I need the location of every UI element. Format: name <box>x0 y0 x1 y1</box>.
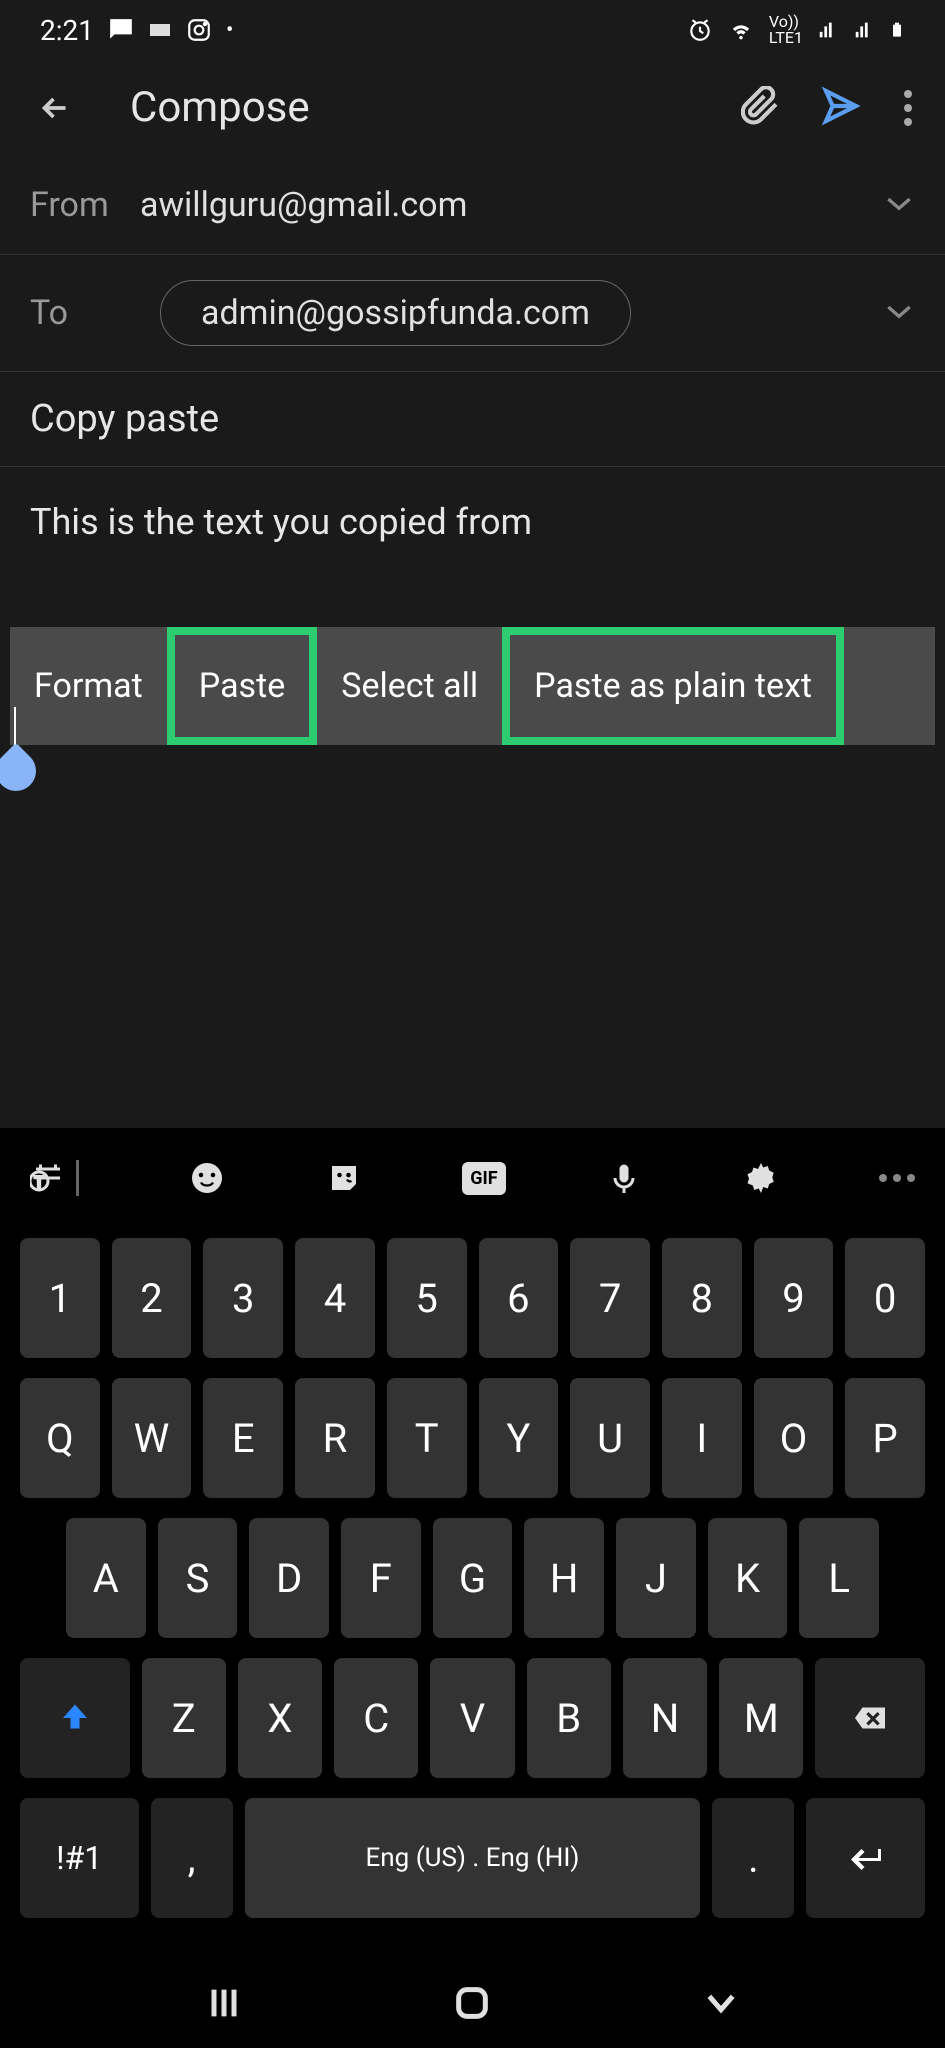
key-h[interactable]: H <box>524 1518 604 1638</box>
to-label: To <box>30 293 140 333</box>
back-nav-button[interactable] <box>701 1983 741 2023</box>
subject-field[interactable]: Copy paste <box>0 372 945 467</box>
key-3[interactable]: 3 <box>203 1238 283 1358</box>
key-o[interactable]: O <box>754 1378 834 1498</box>
key-8[interactable]: 8 <box>662 1238 742 1358</box>
header-title: Compose <box>130 83 711 132</box>
compose-header: Compose <box>0 60 945 155</box>
key-g[interactable]: G <box>433 1518 513 1638</box>
key-p[interactable]: P <box>845 1378 925 1498</box>
key-k[interactable]: K <box>708 1518 788 1638</box>
key-6[interactable]: 6 <box>479 1238 559 1358</box>
attachment-button[interactable] <box>741 86 781 130</box>
key-c[interactable]: C <box>334 1658 418 1778</box>
more-options-button[interactable] <box>901 90 915 126</box>
key-0[interactable]: 0 <box>845 1238 925 1358</box>
app-icon <box>148 18 172 42</box>
volte-indicator: Vo))LTE1 <box>769 14 803 46</box>
keyboard-row-bottom: !#1 , Eng (US) . Eng (HI) . <box>20 1798 925 1918</box>
key-shift[interactable] <box>20 1658 130 1778</box>
mic-icon[interactable] <box>606 1160 642 1196</box>
soft-keyboard: T GIF 1 2 3 4 5 6 7 8 <box>0 1128 945 2048</box>
alarm-icon <box>687 17 713 43</box>
key-d[interactable]: D <box>249 1518 329 1638</box>
key-enter[interactable] <box>806 1798 925 1918</box>
to-field[interactable]: To admin@gossipfunda.com <box>0 255 945 372</box>
key-s[interactable]: S <box>158 1518 238 1638</box>
chevron-down-icon[interactable] <box>883 301 915 325</box>
status-right: Vo))LTE1 <box>687 14 905 46</box>
key-symbols[interactable]: !#1 <box>20 1798 139 1918</box>
wifi-icon <box>727 16 755 44</box>
text-mode-icon[interactable]: T <box>30 1160 89 1196</box>
instagram-icon <box>186 17 212 43</box>
key-1[interactable]: 1 <box>20 1238 100 1358</box>
from-value: awillguru@gmail.com <box>140 185 883 225</box>
key-a[interactable]: A <box>66 1518 146 1638</box>
key-9[interactable]: 9 <box>754 1238 834 1358</box>
key-i[interactable]: I <box>662 1378 742 1498</box>
chevron-down-icon[interactable] <box>883 193 915 217</box>
key-x[interactable]: X <box>238 1658 322 1778</box>
from-field[interactable]: From awillguru@gmail.com <box>0 155 945 255</box>
key-t[interactable]: T <box>387 1378 467 1498</box>
key-5[interactable]: 5 <box>387 1238 467 1358</box>
signal2-icon <box>853 19 875 41</box>
navigation-bar <box>0 1958 945 2048</box>
battery-icon <box>889 17 905 43</box>
gif-icon[interactable]: GIF <box>462 1162 505 1195</box>
emoji-icon[interactable] <box>189 1160 225 1196</box>
keyboard-row-zxcv: Z X C V B N M <box>20 1658 925 1778</box>
home-button[interactable] <box>452 1983 492 2023</box>
status-bar: 2:21 • Vo))LTE1 <box>0 0 945 60</box>
body-field[interactable]: This is the text you copied from Format … <box>0 467 945 997</box>
svg-text:T: T <box>35 1173 44 1191</box>
keyboard-toolbar: T GIF <box>0 1128 945 1228</box>
recents-button[interactable] <box>204 1983 244 2023</box>
send-button[interactable] <box>821 86 861 130</box>
key-l[interactable]: L <box>799 1518 879 1638</box>
key-y[interactable]: Y <box>479 1378 559 1498</box>
text-cursor-handle[interactable] <box>0 707 34 807</box>
keyboard-row-qwerty: Q W E R T Y U I O P <box>20 1378 925 1498</box>
keyboard-more-icon[interactable] <box>879 1174 915 1182</box>
key-period[interactable]: . <box>712 1798 794 1918</box>
key-m[interactable]: M <box>719 1658 803 1778</box>
key-4[interactable]: 4 <box>295 1238 375 1358</box>
paste-option[interactable]: Paste <box>167 627 317 745</box>
key-b[interactable]: B <box>527 1658 611 1778</box>
key-u[interactable]: U <box>570 1378 650 1498</box>
keyboard-row-numbers: 1 2 3 4 5 6 7 8 9 0 <box>20 1238 925 1358</box>
key-q[interactable]: Q <box>20 1378 100 1498</box>
text-context-menu: Format Paste Select all Paste as plain t… <box>10 627 935 745</box>
signal-icon <box>817 19 839 41</box>
select-all-option[interactable]: Select all <box>317 627 502 745</box>
key-z[interactable]: Z <box>142 1658 226 1778</box>
keyboard-row-asdf: A S D F G H J K L <box>20 1518 925 1638</box>
key-7[interactable]: 7 <box>570 1238 650 1358</box>
key-r[interactable]: R <box>295 1378 375 1498</box>
subject-text: Copy paste <box>30 397 915 441</box>
key-w[interactable]: W <box>112 1378 192 1498</box>
key-backspace[interactable] <box>815 1658 925 1778</box>
messages-icon <box>108 17 134 43</box>
back-button[interactable] <box>30 83 80 133</box>
notification-dot-icon: • <box>226 18 233 43</box>
body-text: This is the text you copied from <box>30 497 915 547</box>
key-j[interactable]: J <box>616 1518 696 1638</box>
key-space[interactable]: Eng (US) . Eng (HI) <box>245 1798 701 1918</box>
recipient-chip[interactable]: admin@gossipfunda.com <box>160 280 631 346</box>
key-e[interactable]: E <box>203 1378 283 1498</box>
status-time: 2:21 <box>40 14 94 47</box>
key-f[interactable]: F <box>341 1518 421 1638</box>
status-left: 2:21 • <box>40 14 233 47</box>
key-n[interactable]: N <box>623 1658 707 1778</box>
key-2[interactable]: 2 <box>112 1238 192 1358</box>
key-comma[interactable]: , <box>151 1798 233 1918</box>
sticker-icon[interactable] <box>326 1160 362 1196</box>
paste-plain-option[interactable]: Paste as plain text <box>502 627 844 745</box>
key-v[interactable]: V <box>430 1658 514 1778</box>
from-label: From <box>30 185 140 225</box>
settings-icon[interactable] <box>743 1160 779 1196</box>
